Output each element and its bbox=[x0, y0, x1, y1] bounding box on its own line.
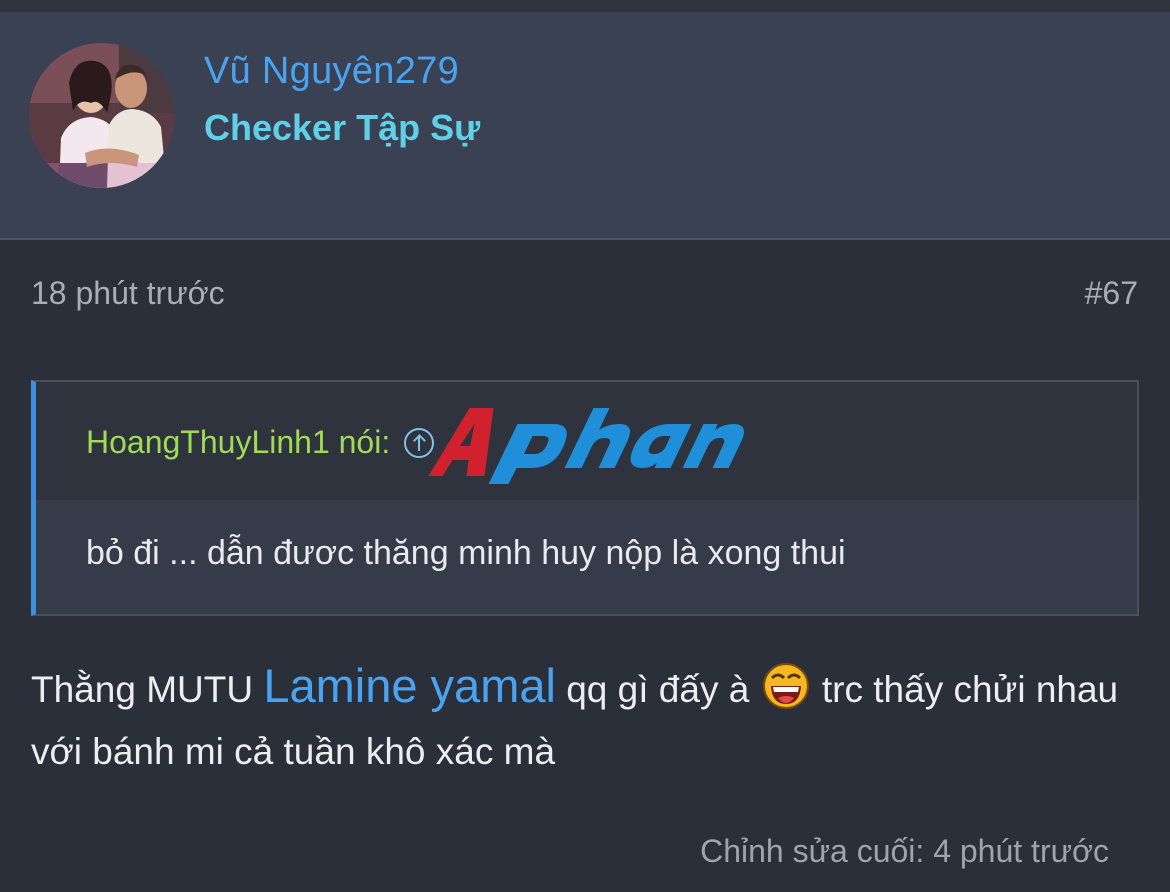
last-edited-label: Chỉnh sửa cuối: 4 phút trước bbox=[700, 833, 1109, 869]
user-avatar-photo bbox=[29, 43, 174, 188]
post-text-part: qq gì đấy à bbox=[555, 669, 760, 710]
quote-author-link[interactable]: HoangThuyLinh1 nói: bbox=[86, 424, 435, 461]
avatar[interactable] bbox=[29, 43, 174, 188]
post-timestamp[interactable]: 18 phút trước bbox=[31, 275, 225, 312]
user-title: Checker Tập Sự bbox=[204, 107, 481, 148]
aphang-watermark-logo bbox=[428, 408, 744, 484]
username[interactable]: Vũ Nguyên279 bbox=[204, 50, 459, 93]
top-strip bbox=[0, 0, 1170, 12]
highlighted-name: Lamine yamal bbox=[263, 659, 556, 712]
post-number[interactable]: #67 bbox=[1085, 275, 1138, 312]
quote-author: HoangThuyLinh1 nói: bbox=[86, 424, 391, 460]
post-body: Thằng MUTU Lamine yamal qq gì đấy à trc … bbox=[31, 655, 1131, 783]
user-info-bar: Vũ Nguyên279 Checker Tập Sự bbox=[0, 12, 1170, 240]
quote-text: bỏ đi ... dẫn đươc thăng minh huy nộp là… bbox=[86, 534, 846, 572]
post-text-part: Thằng MUTU bbox=[31, 669, 264, 710]
laughing-emoji bbox=[762, 663, 809, 709]
